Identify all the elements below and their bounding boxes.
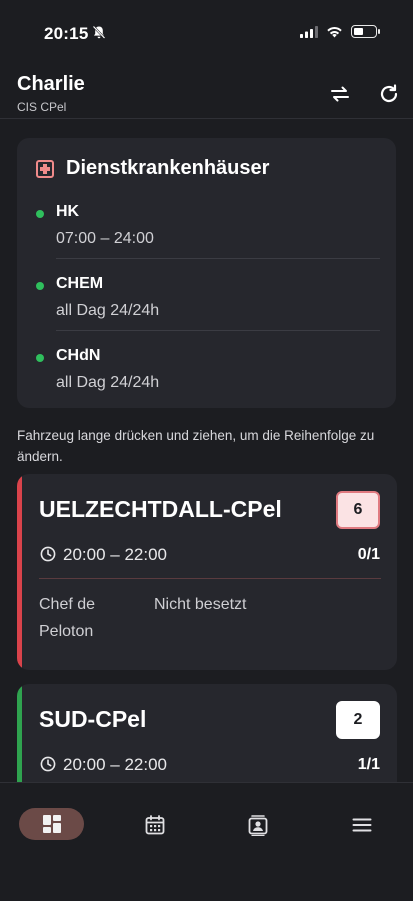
vehicle-count-badge: 6 (336, 491, 380, 529)
vehicle-time: 20:00 – 22:00 (63, 755, 167, 774)
vehicle-staffing-count: 1/1 (357, 756, 380, 773)
bell-muted-icon (92, 25, 106, 39)
divider (39, 578, 381, 579)
hospital-name: CHEM (56, 275, 104, 292)
clock-icon (40, 546, 56, 562)
vehicle-staffing-count: 0/1 (357, 546, 380, 563)
status-dot-icon (36, 210, 44, 218)
crew-role: Chef de Peloton (39, 596, 96, 640)
hospital-name: CHdN (56, 347, 101, 364)
vehicle-count-badge: 2 (336, 701, 380, 739)
hospital-cross-icon (36, 159, 54, 178)
vehicle-time: 20:00 – 22:00 (63, 545, 167, 564)
wifi-icon (327, 26, 342, 37)
refresh-icon[interactable] (377, 82, 401, 106)
bottom-nav (0, 782, 413, 901)
status-time: 20:15 (44, 24, 89, 43)
cellular-signal-icon (300, 25, 318, 38)
page-subtitle: CIS CPel (17, 100, 67, 114)
vehicle-name: SUD-CPel (39, 706, 147, 732)
duty-hospitals-card: Dienstkrankenhäuser HK 07:00 – 24:00 CHE… (17, 138, 396, 408)
clock-icon (40, 756, 56, 772)
status-bar: 20:15 (0, 0, 413, 64)
menu-icon[interactable] (351, 814, 373, 836)
battery-icon (351, 25, 380, 38)
status-dot-icon (36, 282, 44, 290)
crew-status: Nicht besetzt (154, 596, 247, 613)
hospital-name: HK (56, 203, 80, 220)
divider (56, 330, 380, 331)
swap-icon[interactable] (328, 82, 352, 106)
hospital-hours: 07:00 – 24:00 (56, 230, 154, 247)
vehicle-name: UELZECHTDALL-CPel (39, 496, 282, 522)
status-dot-icon (36, 354, 44, 362)
contact-card-icon[interactable] (247, 814, 269, 836)
reorder-hint: Fahrzeug lange drücken und ziehen, um di… (17, 428, 375, 464)
page-title: Charlie (17, 73, 85, 95)
hospital-hours: all Dag 24/24h (56, 374, 160, 391)
hospital-hours: all Dag 24/24h (56, 302, 160, 319)
vehicle-accent-bar (17, 474, 22, 670)
duty-hospitals-title: Dienstkrankenhäuser (66, 157, 270, 179)
calendar-icon[interactable] (144, 814, 166, 836)
dashboard-icon[interactable] (41, 813, 63, 835)
app-header: Charlie CIS CPel (0, 64, 413, 119)
divider (56, 258, 380, 259)
vehicle-card[interactable]: UELZECHTDALL-CPel 6 20:00 – 22:00 0/1 Ch… (17, 474, 397, 670)
